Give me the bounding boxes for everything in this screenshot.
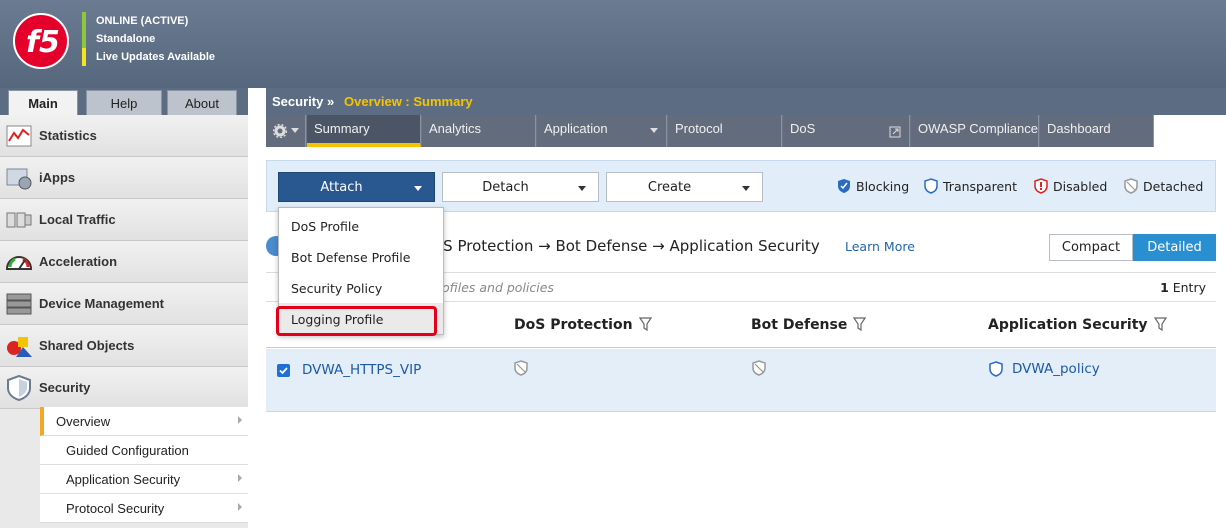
- filter-icon: [638, 317, 652, 332]
- column-bot-defense[interactable]: Bot Defense: [751, 315, 867, 333]
- server-icon: [6, 293, 32, 315]
- sidebar-item-shared-objects[interactable]: Shared Objects: [0, 325, 248, 367]
- row-checkbox[interactable]: [277, 364, 290, 377]
- subnav-protocol-security[interactable]: Protocol Security: [40, 494, 248, 523]
- filter-input[interactable]: ofiles and policies: [442, 280, 554, 295]
- shield-blocking-icon: [838, 179, 850, 193]
- sidebar-item-label: Acceleration: [39, 254, 118, 269]
- breadcrumb-page: Overview : Summary: [344, 94, 473, 109]
- chevron-down-icon: [578, 186, 586, 191]
- sidebar-item-local-traffic[interactable]: Local Traffic: [0, 199, 248, 241]
- iapps-icon: [6, 168, 32, 190]
- external-link-icon: [889, 126, 901, 138]
- chevron-right-icon: [238, 416, 242, 424]
- menu-item-bot-defense-profile[interactable]: Bot Defense Profile: [279, 241, 443, 272]
- chevron-down-icon: [414, 186, 422, 191]
- tab-dashboard[interactable]: Dashboard: [1040, 115, 1154, 147]
- sidebar-item-device-management[interactable]: Device Management: [0, 283, 248, 325]
- shield-detached-icon: [1124, 178, 1138, 194]
- subnav-overview[interactable]: Overview: [40, 407, 248, 436]
- column-application-security[interactable]: Application Security: [988, 315, 1167, 333]
- statistics-icon: [6, 125, 32, 147]
- subnav-label: Overview: [56, 414, 111, 429]
- menu-item-dos-profile[interactable]: DoS Profile: [279, 210, 443, 241]
- entry-count: 1 Entry: [1160, 280, 1206, 295]
- filter-icon: [853, 317, 867, 332]
- sidebar-item-label: Device Management: [39, 296, 164, 311]
- sidebar-item-security[interactable]: Security: [0, 367, 248, 409]
- detach-button[interactable]: Detach: [442, 172, 599, 202]
- subnav-label: Application Security: [66, 472, 181, 487]
- tab-application[interactable]: Application: [537, 115, 667, 147]
- chevron-right-icon: [238, 503, 242, 511]
- status-live-updates[interactable]: Live Updates Available: [82, 48, 215, 66]
- status-standalone: Standalone: [82, 30, 215, 48]
- tab-dos[interactable]: DoS: [783, 115, 910, 147]
- filter-icon: [1153, 317, 1167, 332]
- sidebar-item-label: Local Traffic: [39, 212, 116, 227]
- sidebar-item-label: Shared Objects: [39, 338, 135, 353]
- menu-item-security-policy[interactable]: Security Policy: [279, 272, 443, 303]
- sidebar-item-label: iApps: [39, 170, 76, 185]
- menu-tab-bar: Summary Analytics Application Protocol D…: [266, 115, 1154, 147]
- subnav-application-security[interactable]: Application Security: [40, 465, 248, 494]
- tab-analytics[interactable]: Analytics: [422, 115, 536, 147]
- shield-transparent-icon: [924, 178, 938, 194]
- sidebar-item-label: Security: [39, 380, 91, 395]
- status-online: ONLINE (ACTIVE): [82, 12, 215, 30]
- top-header: f5 ONLINE (ACTIVE) Standalone Live Updat…: [0, 0, 1226, 88]
- sidebar-item-statistics[interactable]: Statistics: [0, 115, 248, 157]
- attach-button[interactable]: Attach: [278, 172, 435, 202]
- tab-help[interactable]: Help: [86, 90, 162, 115]
- chevron-down-icon: [742, 186, 750, 191]
- sidebar-item-iapps[interactable]: iApps: [0, 157, 248, 199]
- chevron-right-icon: [238, 474, 242, 482]
- tab-summary[interactable]: Summary: [307, 115, 421, 147]
- left-tab-bar: Main Help About: [0, 88, 248, 115]
- tab-protocol[interactable]: Protocol: [668, 115, 782, 147]
- subnav-label: Protocol Security: [66, 501, 165, 516]
- detailed-view-button[interactable]: Detailed: [1133, 234, 1216, 261]
- compact-view-button[interactable]: Compact: [1049, 234, 1133, 261]
- settings-menu-button[interactable]: [266, 115, 306, 147]
- subnav-label: Guided Configuration: [66, 443, 189, 458]
- shield-disabled-icon: [1034, 178, 1048, 194]
- shield-icon: [7, 375, 31, 401]
- learn-more-link[interactable]: Learn More: [845, 239, 915, 254]
- subnav-guided-configuration[interactable]: Guided Configuration: [40, 436, 248, 465]
- action-toolbar: Attach Detach Create Blocking Transparen…: [266, 160, 1216, 212]
- shield-detached-icon[interactable]: [752, 360, 766, 376]
- create-button[interactable]: Create: [606, 172, 763, 202]
- shapes-icon: [7, 337, 32, 357]
- breadcrumb: Security » Overview : Summary: [266, 88, 1226, 115]
- local-traffic-icon: [6, 212, 32, 228]
- check-icon: [279, 367, 288, 375]
- sidebar: Statistics iApps Local Traffic Accelerat…: [0, 115, 248, 528]
- f5-logo[interactable]: f5: [12, 12, 70, 70]
- chevron-down-icon: [650, 128, 658, 133]
- policy-link[interactable]: DVWA_policy: [1012, 361, 1100, 377]
- flow-description: oS Protection → Bot Defense → Applicatio…: [434, 237, 820, 255]
- gear-icon: [273, 124, 287, 138]
- column-dos-protection[interactable]: DoS Protection: [514, 315, 652, 333]
- system-status: ONLINE (ACTIVE) Standalone Live Updates …: [82, 12, 215, 66]
- shield-transparent-icon: [989, 361, 1003, 377]
- tab-about[interactable]: About: [167, 90, 237, 115]
- table-row[interactable]: DVWA_HTTPS_VIP DVWA_policy: [266, 349, 1216, 412]
- shield-detached-icon[interactable]: [514, 360, 528, 376]
- svg-text:f5: f5: [26, 25, 60, 60]
- sidebar-item-acceleration[interactable]: Acceleration: [0, 241, 248, 283]
- chevron-down-icon: [291, 128, 299, 133]
- highlight-annotation: [276, 306, 437, 336]
- speedometer-icon: [5, 256, 33, 270]
- virtual-server-link[interactable]: DVWA_HTTPS_VIP: [302, 362, 421, 378]
- sidebar-item-label: Statistics: [39, 128, 97, 143]
- breadcrumb-section[interactable]: Security »: [272, 94, 334, 109]
- tab-owasp-compliance[interactable]: OWASP Compliance: [911, 115, 1039, 147]
- tab-main[interactable]: Main: [8, 90, 78, 115]
